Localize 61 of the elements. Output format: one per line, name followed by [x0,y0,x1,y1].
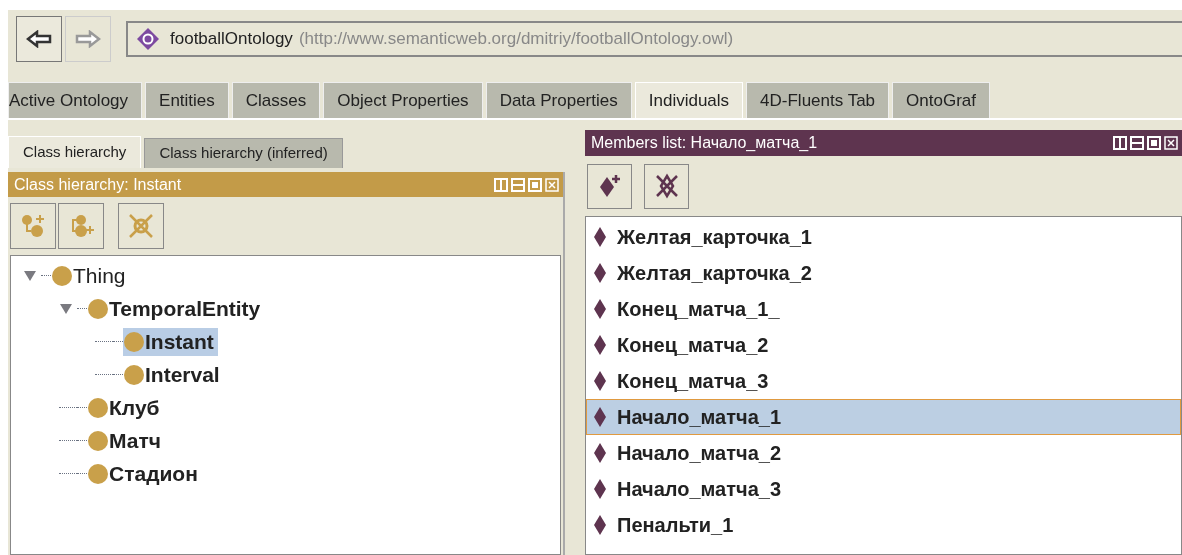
member-item[interactable]: Начало_матча_1 [586,399,1181,435]
tree-item[interactable]: Стадион [87,459,202,488]
class-icon [87,429,109,452]
tree-item[interactable]: TemporalEntity [87,294,265,323]
member-item[interactable]: Начало_матча_2 [586,435,1181,471]
tab[interactable]: Classes [231,82,321,118]
class-icon [123,363,145,386]
tab[interactable]: Active Ontology [8,82,143,118]
tab[interactable]: OntoGraf [892,82,990,118]
individual-icon [593,370,607,392]
add-sibling-class-button[interactable] [58,203,104,249]
member-item[interactable]: Конец_матча_3 [586,363,1181,399]
tree-item[interactable]: Thing [51,261,130,290]
member-item[interactable]: Желтая_карточка_2 [586,255,1181,291]
panel-title: Members list: Начало_матча_1 [591,133,818,153]
back-arrow-icon [26,30,52,48]
forward-arrow-icon [75,30,101,48]
add-individual-button[interactable] [587,163,632,209]
individual-icon [593,334,607,356]
maximize-icon[interactable] [1147,136,1161,150]
delete-individual-button[interactable] [644,163,689,209]
tab[interactable]: Entities [145,82,229,118]
class-icon [87,297,109,320]
member-item[interactable]: Конец_матча_2 [586,327,1181,363]
tree-item[interactable]: Клуб [87,393,164,422]
member-item[interactable]: Желтая_карточка_1 [586,219,1181,255]
member-item[interactable]: Пенальти_1 [586,507,1181,543]
tree-item[interactable]: Interval [123,360,224,389]
panel-title: Class hierarchy: Instant [14,174,182,195]
class-icon [87,396,109,419]
ontology-iri: (http://www.semanticweb.org/dmitriy/footballOntology.owl) [298,28,734,51]
ontology-icon [136,27,160,51]
ontology-address-field[interactable]: footballOntology (http://www.semanticweb.org/dmitriy/footballOntology.owl) [126,21,1182,57]
close-icon[interactable] [1164,136,1178,150]
tab[interactable]: Class hierarchy [8,136,142,168]
class-icon [51,264,73,287]
split-horizontal-icon[interactable] [1130,136,1144,150]
delete-class-button[interactable] [118,203,164,249]
tab[interactable]: Individuals [634,82,744,118]
tab[interactable]: 4D-Fluents Tab [746,82,890,118]
split-vertical-icon[interactable] [1113,136,1127,150]
ontology-name: footballOntology [170,28,293,51]
member-item[interactable]: Начало_матча_3 [586,471,1181,507]
individual-icon [593,514,607,536]
individual-icon [593,478,607,500]
class-icon [87,462,109,485]
tab[interactable]: Object Properties [323,82,483,118]
member-item[interactable]: Конец_матча_1_ [586,291,1181,327]
tree-item[interactable]: Матч [87,426,165,455]
individual-icon [593,298,607,320]
add-subclass-icon [19,212,47,240]
add-subclass-button[interactable] [10,203,56,249]
individual-icon [593,262,607,284]
individual-icon [593,406,607,428]
tab[interactable]: Class hierarchy (inferred) [144,138,343,168]
tab[interactable]: Data Properties [485,82,632,118]
class-icon [123,330,145,353]
individual-icon [593,442,607,464]
tree-item[interactable]: Instant [123,327,218,356]
individual-icon [593,226,607,248]
back-button[interactable] [16,16,62,62]
